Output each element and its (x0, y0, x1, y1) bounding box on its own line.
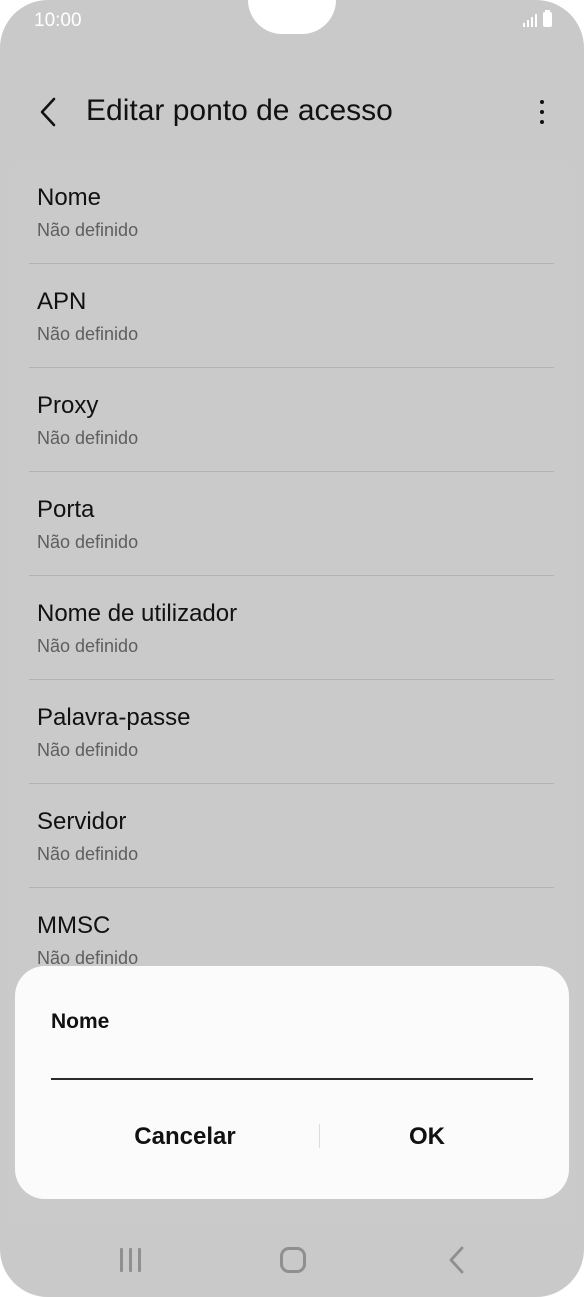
setting-item-servidor[interactable]: Servidor Não definido (29, 784, 554, 888)
screen: 10:00 Editar ponto de acesso Nome Não de… (0, 0, 584, 1297)
page-title: Editar ponto de acesso (86, 94, 393, 127)
signal-icon (523, 13, 537, 27)
setting-label: Nome (37, 184, 102, 211)
more-options-button[interactable] (530, 92, 554, 132)
back-chevron-icon (40, 97, 56, 127)
back-icon (449, 1246, 464, 1274)
status-bar: 10:00 (0, 0, 584, 40)
setting-value: Não definido (37, 324, 139, 344)
nav-back-button[interactable] (422, 1238, 492, 1282)
setting-item-password[interactable]: Palavra-passe Não definido (29, 680, 554, 784)
ok-button[interactable]: OK (302, 1112, 552, 1162)
status-time: 10:00 (34, 10, 82, 31)
battery-icon (543, 10, 552, 27)
app-bar: Editar ponto de acesso (0, 80, 584, 146)
navigation-bar (0, 1224, 584, 1297)
setting-label: Palavra-passe (37, 704, 191, 731)
setting-item-nome[interactable]: Nome Não definido (29, 160, 554, 264)
recent-apps-icon (119, 1248, 141, 1272)
setting-value: Não definido (37, 740, 139, 760)
setting-label: Nome de utilizador (37, 600, 238, 627)
back-button[interactable] (26, 90, 70, 134)
cancel-button[interactable]: Cancelar (60, 1112, 310, 1162)
name-input[interactable] (51, 1042, 533, 1080)
status-icons (523, 10, 552, 27)
phone-frame: 10:00 Editar ponto de acesso Nome Não de… (0, 0, 584, 1297)
setting-item-apn[interactable]: APN Não definido (29, 264, 554, 368)
home-button[interactable] (258, 1238, 328, 1282)
more-options-icon (540, 100, 544, 104)
setting-value: Não definido (37, 220, 139, 240)
dialog-title: Nome (51, 1010, 110, 1033)
setting-value: Não definido (37, 428, 139, 448)
setting-label: APN (37, 288, 87, 315)
name-dialog: Nome Cancelar OK (15, 966, 569, 1199)
setting-value: Não definido (37, 532, 139, 552)
setting-value: Não definido (37, 844, 139, 864)
setting-label: Porta (37, 496, 95, 523)
home-icon (280, 1247, 306, 1273)
recent-apps-button[interactable] (95, 1238, 165, 1282)
setting-label: Proxy (37, 392, 99, 419)
setting-item-username[interactable]: Nome de utilizador Não definido (29, 576, 554, 680)
setting-value: Não definido (37, 636, 139, 656)
setting-label: MMSC (37, 912, 111, 939)
setting-label: Servidor (37, 808, 127, 835)
setting-item-proxy[interactable]: Proxy Não definido (29, 368, 554, 472)
setting-item-porta[interactable]: Porta Não definido (29, 472, 554, 576)
